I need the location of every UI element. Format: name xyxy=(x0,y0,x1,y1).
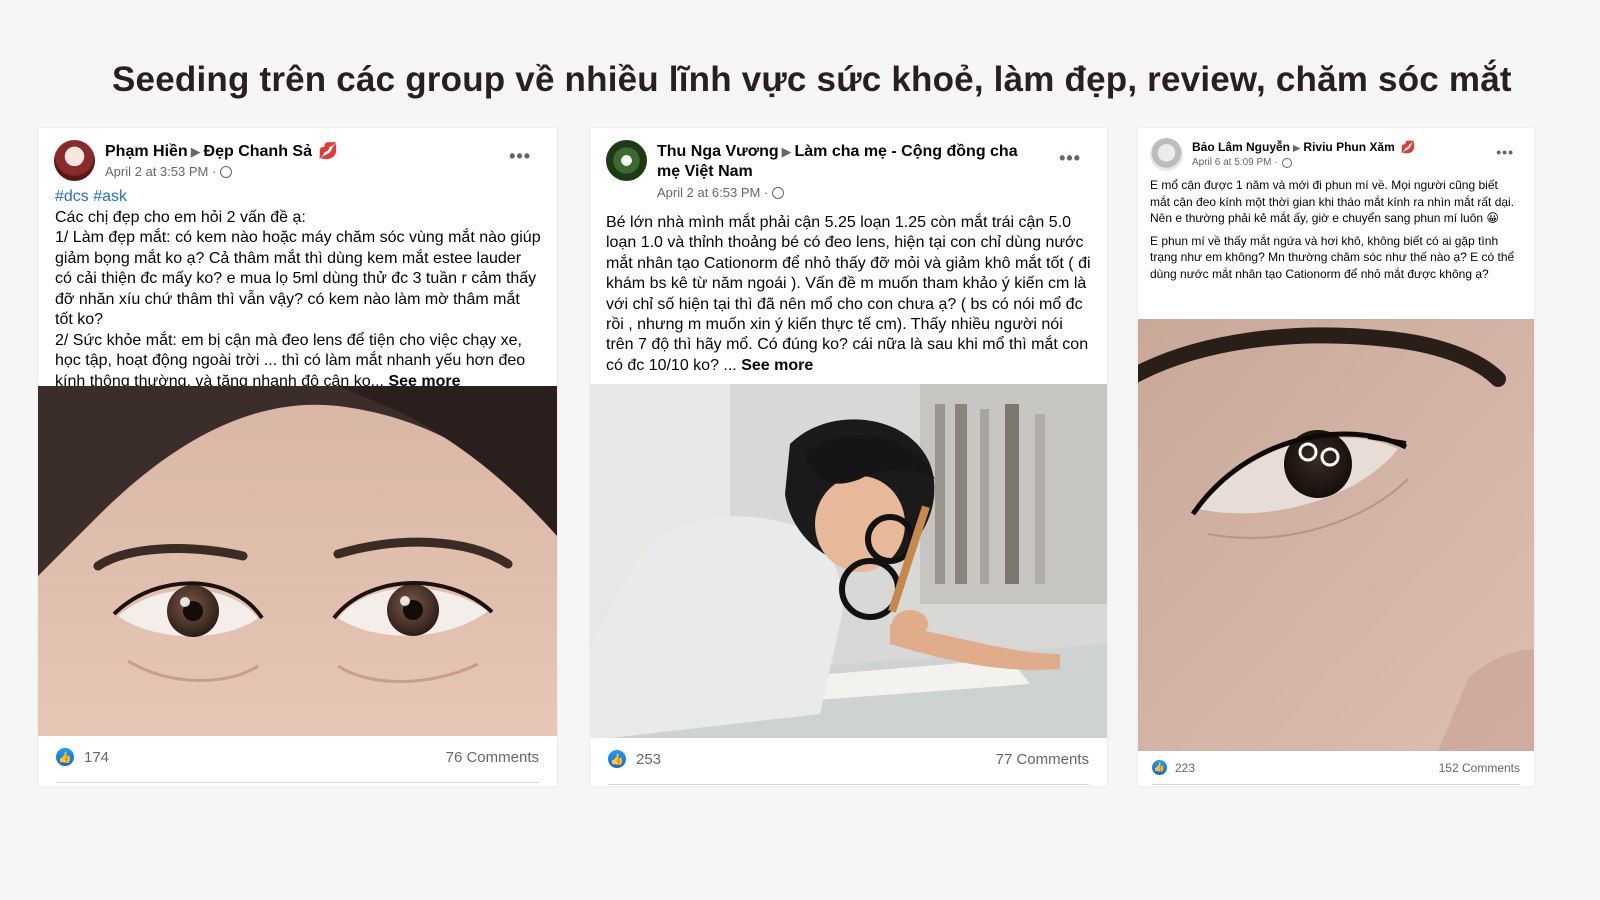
post-footer: 👍 253 77 Comments xyxy=(608,750,1089,768)
thumbs-up-icon[interactable]: 👍 xyxy=(608,750,626,768)
like-count[interactable]: 174 xyxy=(84,749,109,766)
page-title: Seeding trên các group về nhiều lĩnh vực… xyxy=(112,60,1512,99)
divider xyxy=(56,782,539,783)
post-header: Phạm Hiền ▶ Đẹp Chanh Sả 💋 April 2 at 3:53 … xyxy=(38,128,557,181)
see-more-link[interactable]: See more xyxy=(741,357,813,374)
post-header: Bảo Lâm Nguyễn ▶ Riviu Phun Xăm 💋 April 6 a… xyxy=(1138,128,1534,171)
lips-icon: 💋 xyxy=(1400,140,1416,154)
post-timestamp[interactable]: April 2 at 3:53 PM · xyxy=(105,164,216,179)
thumbs-up-icon[interactable]: 👍 xyxy=(1152,760,1167,775)
divider xyxy=(1152,784,1520,785)
globe-icon xyxy=(772,186,785,199)
like-count[interactable]: 223 xyxy=(1175,761,1195,775)
post-header: Thu Nga Vương ▶ Làm cha mẹ - Cộng đồng cha… xyxy=(590,128,1107,200)
post-photo[interactable] xyxy=(1138,319,1534,751)
post-card-2: Thu Nga Vương ▶ Làm cha mẹ - Cộng đồng cha… xyxy=(590,128,1107,786)
post-photo[interactable] xyxy=(38,386,557,736)
more-options-icon[interactable]: ••• xyxy=(1059,148,1081,169)
avatar[interactable] xyxy=(54,140,95,181)
avatar[interactable] xyxy=(1150,138,1183,171)
avatar[interactable] xyxy=(606,140,647,181)
post-text: E mổ cận được 1 năm và mới đi phun mí về… xyxy=(1150,178,1515,225)
post-body: Bé lớn nhà mình mắt phải cận 5.25 loạn 1… xyxy=(590,200,1107,376)
more-options-icon[interactable]: ••• xyxy=(1496,144,1514,160)
author-name[interactable]: Thu Nga Vương xyxy=(657,143,779,160)
post-card-3: Bảo Lâm Nguyễn ▶ Riviu Phun Xăm 💋 April 6 a… xyxy=(1138,128,1534,786)
post-text: Các chị đẹp cho em hỏi 2 vấn đề ạ: 1/ Là… xyxy=(55,208,541,390)
globe-icon xyxy=(220,165,233,178)
comment-count[interactable]: 77 Comments xyxy=(996,751,1089,768)
globe-icon xyxy=(1281,157,1292,168)
close-up-eye-eyeliner-photo xyxy=(1138,319,1534,751)
post-card-1: Phạm Hiền ▶ Đẹp Chanh Sả 💋 April 2 at 3:53 … xyxy=(38,128,557,786)
close-up-woman-eyes-photo xyxy=(38,386,557,736)
post-text-2: E phun mí về thấy mắt ngứa và hơi khô, k… xyxy=(1150,233,1515,281)
post-timestamp[interactable]: April 2 at 6:53 PM · xyxy=(657,185,768,200)
caret-right-icon: ▶ xyxy=(781,144,792,159)
caret-right-icon: ▶ xyxy=(190,144,201,159)
group-name[interactable]: Riviu Phun Xăm xyxy=(1303,140,1394,154)
group-name[interactable]: Đẹp Chanh Sả xyxy=(204,143,312,160)
child-with-glasses-writing-photo xyxy=(590,384,1107,738)
post-text: Bé lớn nhà mình mắt phải cận 5.25 loạn 1… xyxy=(606,214,1091,374)
author-name[interactable]: Phạm Hiền xyxy=(105,143,188,160)
post-body: E mổ cận được 1 năm và mới đi phun mí về… xyxy=(1138,171,1534,282)
post-photo[interactable] xyxy=(590,384,1107,738)
post-footer: 👍 174 76 Comments xyxy=(56,748,539,766)
post-footer: 👍 223 152 Comments xyxy=(1152,760,1520,775)
thumbs-up-icon[interactable]: 👍 xyxy=(56,748,74,766)
post-timestamp[interactable]: April 6 at 5:09 PM · xyxy=(1192,157,1278,168)
hashtags[interactable]: #dcs #ask xyxy=(55,187,541,208)
more-options-icon[interactable]: ••• xyxy=(509,146,531,167)
divider xyxy=(608,784,1089,785)
comment-count[interactable]: 76 Comments xyxy=(446,749,539,766)
like-count[interactable]: 253 xyxy=(636,751,661,768)
caret-right-icon: ▶ xyxy=(1293,143,1301,154)
author-name[interactable]: Bảo Lâm Nguyễn xyxy=(1192,140,1290,154)
comment-count[interactable]: 152 Comments xyxy=(1439,761,1520,775)
lips-icon: 💋 xyxy=(318,143,338,160)
post-body: #dcs #ask Các chị đẹp cho em hỏi 2 vấn đ… xyxy=(38,181,557,392)
